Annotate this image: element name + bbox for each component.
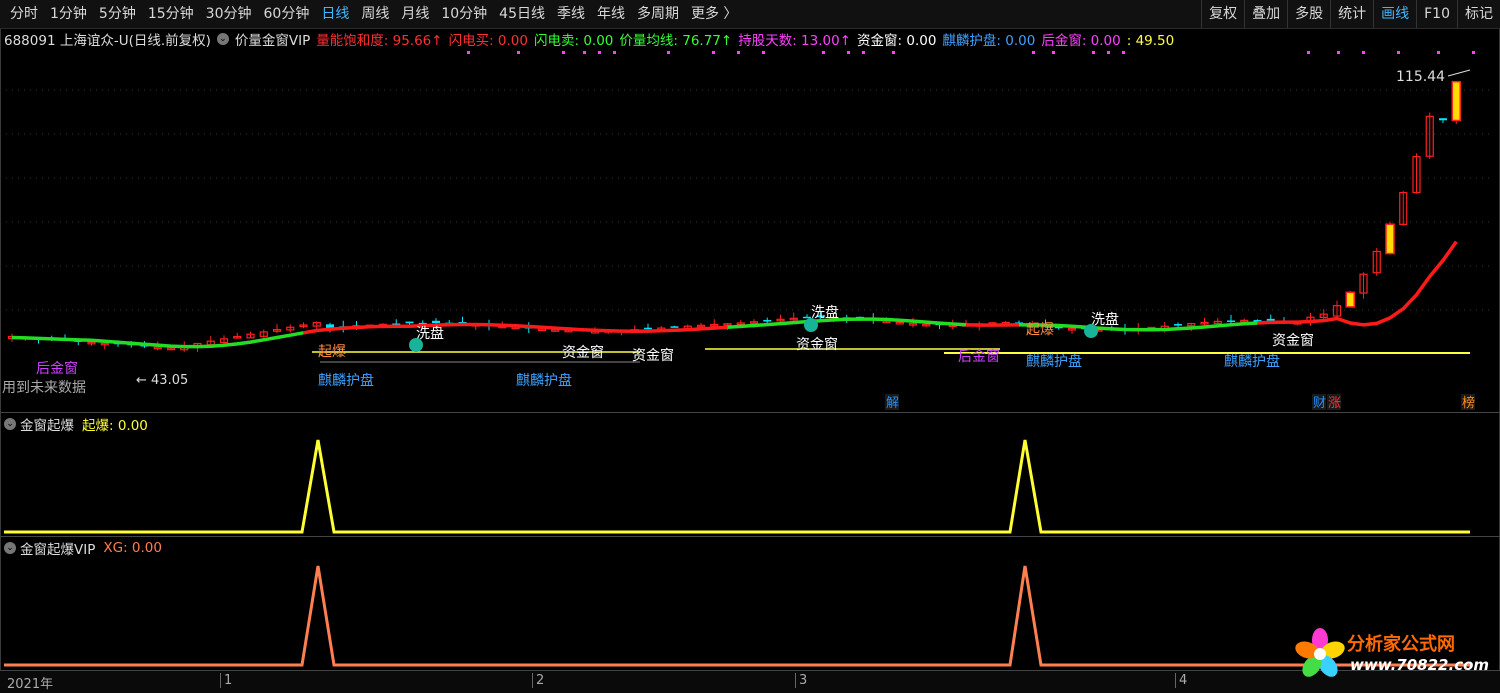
signal-dot <box>1107 51 1110 54</box>
signal-dot <box>467 51 470 54</box>
signal-dot <box>1362 51 1365 54</box>
badge-3: 榜 <box>1462 395 1475 411</box>
panel-divider <box>0 536 1500 537</box>
signal-dot <box>712 51 715 54</box>
date-tick-4: 4 <box>1175 673 1187 688</box>
panel1-name[interactable]: 金窗起爆 <box>20 414 74 434</box>
moving-average-line <box>1257 240 1458 327</box>
price-high-label: 115.44 <box>1396 69 1445 85</box>
candle-body <box>432 320 440 324</box>
signal-dot <box>822 51 825 54</box>
badge-2: 涨 <box>1328 396 1341 411</box>
signal-dot <box>1307 51 1310 54</box>
panel1-value: 起爆: 0.00 <box>82 418 148 434</box>
signal-dot <box>562 51 565 54</box>
candle-body <box>1451 80 1461 122</box>
signal-dot <box>598 51 601 54</box>
price-high-arrow <box>1447 69 1471 77</box>
xipan-icon <box>409 338 423 352</box>
flower-logo-icon <box>1295 628 1345 677</box>
signal-dot <box>1032 51 1035 54</box>
signal-dot <box>667 51 670 54</box>
houjinchuang-label: 后金窗 <box>958 348 1000 365</box>
candle-body <box>405 321 414 324</box>
candle-body <box>1227 320 1235 322</box>
panel-divider <box>0 412 1500 413</box>
price-low-label: ← 43.05 <box>136 373 188 388</box>
zijinchuang-label: 资金窗 <box>1272 332 1314 349</box>
signal-dot <box>1472 51 1475 54</box>
candle-body <box>670 326 679 328</box>
candle-body <box>803 316 811 319</box>
date-tick-2: 2 <box>532 673 544 688</box>
panel2-value: XG: 0.00 <box>103 540 162 556</box>
signal-dot <box>1052 51 1055 54</box>
badge-1: 财 <box>1313 396 1326 411</box>
panel1-title: ⌄ 金窗起爆 起爆: 0.00 <box>4 414 148 434</box>
candle-body <box>1174 324 1182 326</box>
collapse-icon[interactable]: ⌄ <box>4 418 16 430</box>
signal-dot <box>583 51 586 54</box>
date-tick-0: 2021年 <box>7 677 54 692</box>
candle-body <box>1345 291 1355 308</box>
xipan-icon <box>804 318 818 332</box>
xipan-label: 洗盘 <box>811 304 839 321</box>
candle-body <box>1385 223 1395 255</box>
signal-dot <box>737 51 740 54</box>
date-tick-1: 1 <box>220 673 232 688</box>
collapse-icon[interactable]: ⌄ <box>4 542 16 554</box>
xipan-icon <box>1084 324 1098 338</box>
candle-body <box>1266 318 1275 321</box>
signal-dot <box>847 51 850 54</box>
signal-dot <box>1397 51 1400 54</box>
logo-url[interactable]: www.70822.com <box>1350 656 1489 674</box>
signal-dot <box>613 51 616 54</box>
houjinchuang-label: 后金窗 <box>36 360 78 377</box>
zijinchuang-label: 资金窗 <box>562 344 604 361</box>
candle-body <box>644 327 652 330</box>
signal-dot <box>517 51 520 54</box>
zijinchuang-label: 资金窗 <box>632 347 674 364</box>
panel2-name[interactable]: 金窗起爆VIP <box>20 538 95 558</box>
signal-dot <box>762 51 765 54</box>
qilin-label: 麒麟护盘 <box>516 372 572 389</box>
qibao-label: 起爆 <box>318 344 346 360</box>
signal-dot <box>892 51 895 54</box>
badge-0: 解 <box>886 396 899 411</box>
signal-dot <box>1122 51 1125 54</box>
logo-title: 分析家公式网 <box>1347 634 1455 655</box>
date-tick-3: 3 <box>795 673 807 688</box>
qilin-label: 麒麟护盘 <box>318 372 374 389</box>
signal-dot <box>1337 51 1340 54</box>
panel2-title: ⌄ 金窗起爆VIP XG: 0.00 <box>4 538 162 558</box>
qibao-label: 起爆 <box>1026 322 1054 338</box>
zijinchuang-label: 资金窗 <box>796 336 838 353</box>
candle-body <box>763 320 772 322</box>
main-kline-chart[interactable]: 115.44← 43.05用到未来数据洗盘洗盘 洗盘起爆起爆资金窗 资金窗资金窗 资金… <box>0 0 1500 412</box>
date-axis: 2021年 1 2 3 4 <box>0 670 1500 693</box>
qilin-label: 麒麟护盘 <box>1026 353 1082 370</box>
signal-dot <box>1092 51 1095 54</box>
site-logo: 分析家公式网 www.70822.com <box>1292 624 1492 684</box>
future-data-note: 用到未来数据 <box>2 380 86 396</box>
signal-dot <box>862 51 865 54</box>
qilin-label: 麒麟护盘 <box>1224 353 1280 370</box>
signal-dot <box>1437 51 1440 54</box>
candle-body <box>1439 118 1447 121</box>
